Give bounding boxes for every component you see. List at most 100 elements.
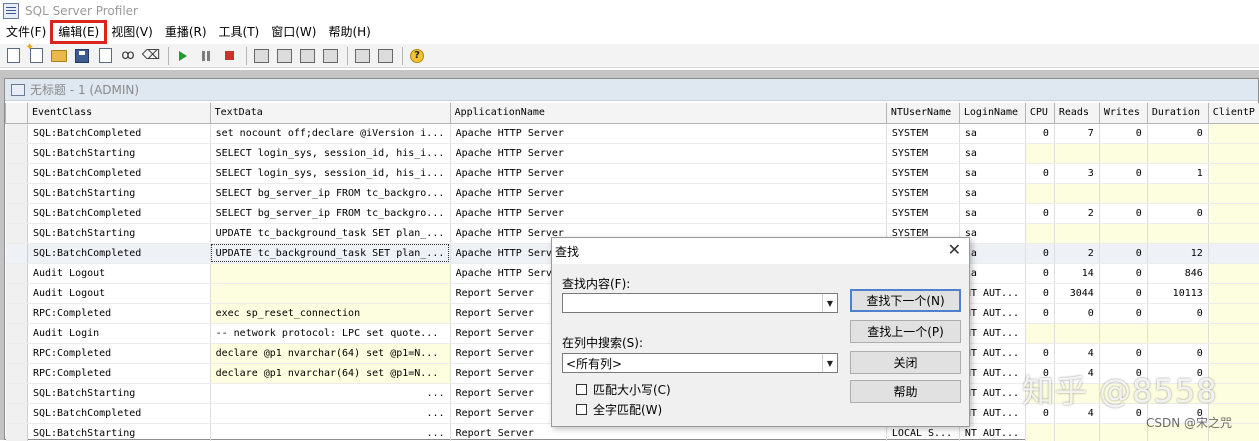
match-case-checkbox[interactable]: 匹配大小写(C) xyxy=(576,381,671,398)
find-next-button[interactable]: 查找下一个(N) xyxy=(850,289,961,312)
menu-view[interactable]: 视图(V) xyxy=(105,22,159,42)
table-cell: SQL:BatchCompleted xyxy=(27,403,210,423)
activity-monitor-button[interactable] xyxy=(352,46,372,66)
column-header[interactable]: EventClass xyxy=(27,103,210,123)
column-header[interactable]: NTUserName xyxy=(886,103,959,123)
table-cell: Apache HTTP Server xyxy=(450,203,886,223)
table-cell: Audit Logout xyxy=(27,283,210,303)
column-header[interactable]: ApplicationName xyxy=(450,103,886,123)
row-selector[interactable] xyxy=(6,383,28,403)
pause-button[interactable] xyxy=(196,46,216,66)
row-selector[interactable] xyxy=(6,323,28,343)
chevron-down-icon[interactable]: ▼ xyxy=(822,354,837,372)
table-cell xyxy=(1054,183,1099,203)
menu-file[interactable]: 文件(F) xyxy=(0,22,52,42)
toolbar-separator xyxy=(347,47,348,65)
menu-tools[interactable]: 工具(T) xyxy=(213,22,266,42)
table-cell: 0 xyxy=(1025,243,1054,263)
table-cell: declare @p1 nvarchar(64) set @p1=N... xyxy=(210,343,450,363)
find-what-combo[interactable]: ▼ xyxy=(562,293,838,313)
row-selector[interactable] xyxy=(6,243,28,263)
table-cell: 0 xyxy=(1147,303,1208,323)
row-selector[interactable] xyxy=(6,203,28,223)
row-selector[interactable] xyxy=(6,283,28,303)
column-header[interactable]: Writes xyxy=(1099,103,1147,123)
row-selector[interactable] xyxy=(6,423,28,441)
table-cell: SQL:BatchStarting xyxy=(27,383,210,403)
new-template-button[interactable] xyxy=(3,46,23,66)
close-button[interactable]: 关闭 xyxy=(850,351,961,374)
open-button[interactable] xyxy=(49,46,69,66)
menu-edit[interactable]: 编辑(E) xyxy=(52,22,105,42)
help-dialog-button[interactable]: 帮助 xyxy=(850,380,961,403)
checkbox-box[interactable] xyxy=(576,384,587,395)
row-selector[interactable] xyxy=(6,143,28,163)
menu-window[interactable]: 窗口(W) xyxy=(265,22,322,42)
table-cell xyxy=(1025,143,1054,163)
table-cell xyxy=(1025,423,1054,441)
find-button[interactable]: ꝏ xyxy=(118,46,138,66)
properties-window-button[interactable] xyxy=(251,46,271,66)
find-previous-button[interactable]: 查找上一个(P) xyxy=(850,320,961,343)
table-cell: 0 xyxy=(1025,303,1054,323)
table-row[interactable]: SQL:BatchCompletedSELECT bg_server_ip FR… xyxy=(6,203,1259,223)
new-trace-button[interactable] xyxy=(26,46,46,66)
table-cell: SYSTEM xyxy=(886,183,959,203)
search-in-combo[interactable]: <所有列> ▼ xyxy=(562,353,838,373)
trace-icon xyxy=(11,84,25,96)
column-header[interactable]: TextData xyxy=(210,103,450,123)
table-row[interactable]: SQL:BatchStartingSELECT bg_server_ip FRO… xyxy=(6,183,1259,203)
clear-button[interactable]: ⌫ xyxy=(141,46,161,66)
row-selector[interactable] xyxy=(6,163,28,183)
table-row[interactable]: SQL:BatchCompletedSELECT login_sys, sess… xyxy=(6,163,1259,183)
toolbar-separator xyxy=(168,47,169,65)
properties-button[interactable] xyxy=(95,46,115,66)
row-selector[interactable] xyxy=(6,403,28,423)
table-cell: SQL:BatchStarting xyxy=(27,183,210,203)
table-cell: 0 xyxy=(1147,343,1208,363)
row-selector[interactable] xyxy=(6,263,28,283)
whole-word-checkbox[interactable]: 全字匹配(W) xyxy=(576,401,662,418)
row-selector[interactable] xyxy=(6,123,28,143)
menu-bar: 文件(F) 编辑(E) 视图(V) 重播(R) 工具(T) 窗口(W) 帮助(H… xyxy=(0,22,1259,42)
table-cell: SYSTEM xyxy=(886,163,959,183)
column-header[interactable]: CPU xyxy=(1025,103,1054,123)
column-header[interactable]: Duration xyxy=(1147,103,1208,123)
table-cell xyxy=(1208,243,1259,263)
close-icon[interactable]: ✕ xyxy=(948,241,961,259)
table-cell: ... xyxy=(210,423,450,441)
column-header[interactable]: ClientP xyxy=(1208,103,1259,123)
row-selector[interactable] xyxy=(6,223,28,243)
checkbox-box[interactable] xyxy=(576,404,587,415)
table-cell: 0 xyxy=(1054,303,1099,323)
table-cell: 0 xyxy=(1099,243,1147,263)
table-row[interactable]: SQL:BatchCompletedset nocount off;declar… xyxy=(6,123,1259,143)
grid-button[interactable] xyxy=(274,46,294,66)
scroll-button[interactable] xyxy=(320,46,340,66)
menu-replay[interactable]: 重播(R) xyxy=(159,22,213,42)
run-button[interactable] xyxy=(173,46,193,66)
column-button[interactable] xyxy=(297,46,317,66)
folder-icon xyxy=(51,50,67,62)
table-cell: sa xyxy=(959,143,1025,163)
table-cell: 0 xyxy=(1099,263,1147,283)
chevron-down-icon[interactable]: ▼ xyxy=(822,294,837,312)
column-header[interactable]: Reads xyxy=(1054,103,1099,123)
stop-button[interactable] xyxy=(219,46,239,66)
toolbar-separator xyxy=(246,47,247,65)
table-cell: 7 xyxy=(1054,123,1099,143)
find-what-label: 查找内容(F): xyxy=(562,275,630,292)
search-in-value[interactable]: <所有列> xyxy=(563,355,822,372)
row-selector[interactable] xyxy=(6,183,28,203)
help-button[interactable]: ? xyxy=(407,46,427,66)
table-cell: 0 xyxy=(1099,303,1147,323)
tuning-advisor-button[interactable] xyxy=(375,46,395,66)
row-selector[interactable] xyxy=(6,343,28,363)
table-cell: RPC:Completed xyxy=(27,363,210,383)
table-row[interactable]: SQL:BatchStartingSELECT login_sys, sessi… xyxy=(6,143,1259,163)
column-header[interactable]: LoginName xyxy=(959,103,1025,123)
menu-help[interactable]: 帮助(H) xyxy=(322,22,376,42)
save-button[interactable] xyxy=(72,46,92,66)
row-selector[interactable] xyxy=(6,303,28,323)
row-selector[interactable] xyxy=(6,363,28,383)
